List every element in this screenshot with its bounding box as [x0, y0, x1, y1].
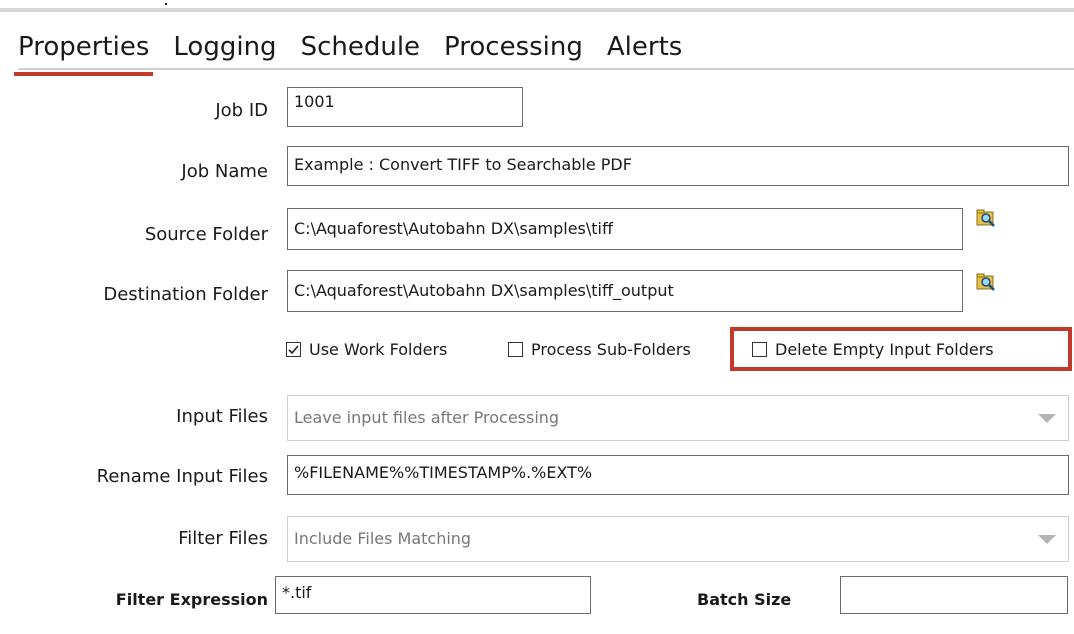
rename-input-files-label: Rename Input Files	[96, 466, 268, 487]
input-files-select[interactable]: Leave input files after Processing	[287, 395, 1069, 441]
top-divider	[0, 8, 1074, 12]
filter-files-label: Filter Files	[178, 528, 268, 549]
process-sub-folders-checkbox[interactable]: Process Sub-Folders	[508, 340, 691, 359]
rename-input-files-input[interactable]: %FILENAME%%TIMESTAMP%.%EXT%	[287, 455, 1069, 495]
tab-properties[interactable]: Properties	[13, 30, 154, 76]
checkbox-box	[286, 342, 301, 357]
source-folder-input[interactable]: C:\Aquaforest\Autobahn DX\samples\tiff	[287, 208, 963, 250]
batch-size-label: Batch Size	[697, 590, 792, 609]
checkbox-box	[508, 342, 523, 357]
tab-processing[interactable]: Processing	[444, 30, 583, 70]
destination-folder-input[interactable]: C:\Aquaforest\Autobahn DX\samples\tiff_o…	[287, 270, 963, 312]
highlight-box	[730, 327, 1072, 371]
tab-divider	[18, 68, 1074, 70]
tab-alerts[interactable]: Alerts	[607, 30, 682, 70]
chevron-down-icon	[1038, 414, 1056, 423]
tab-logging[interactable]: Logging	[173, 30, 276, 70]
checkmark-icon	[288, 345, 299, 355]
destination-folder-label: Destination Folder	[103, 284, 268, 305]
use-work-folders-label: Use Work Folders	[309, 340, 448, 359]
input-files-label: Input Files	[176, 406, 268, 427]
process-sub-folders-label: Process Sub-Folders	[531, 340, 691, 359]
chevron-down-icon	[1038, 535, 1056, 544]
filter-expression-input[interactable]: *.tif	[275, 576, 591, 614]
filter-files-value: Include Files Matching	[294, 529, 472, 548]
job-name-label: Job Name	[181, 161, 268, 182]
filter-expression-label: Filter Expression	[115, 590, 268, 609]
tab-bar: Properties Logging Schedule Processing A…	[13, 30, 706, 76]
filter-files-select[interactable]: Include Files Matching	[287, 516, 1069, 562]
job-name-input[interactable]: Example : Convert TIFF to Searchable PDF	[287, 146, 1069, 186]
top-tick	[165, 3, 167, 5]
folder-search-icon[interactable]	[976, 208, 996, 228]
input-files-value: Leave input files after Processing	[294, 408, 560, 427]
batch-size-input[interactable]	[840, 576, 1068, 614]
use-work-folders-checkbox[interactable]: Use Work Folders	[286, 340, 447, 359]
source-folder-label: Source Folder	[144, 224, 268, 245]
tab-schedule[interactable]: Schedule	[301, 30, 420, 70]
job-id-label: Job ID	[215, 100, 268, 121]
job-id-input[interactable]: 1001	[287, 87, 523, 127]
folder-search-icon[interactable]	[976, 272, 996, 292]
